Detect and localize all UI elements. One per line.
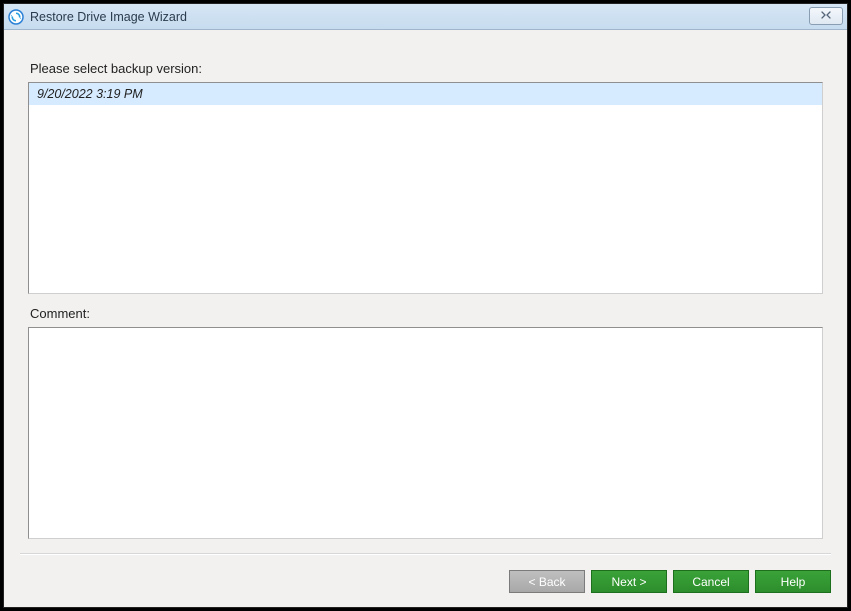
cancel-button[interactable]: Cancel xyxy=(673,570,749,593)
close-button[interactable] xyxy=(809,7,843,25)
wizard-window: Restore Drive Image Wizard Please select… xyxy=(0,0,851,611)
close-icon xyxy=(818,10,834,23)
next-button[interactable]: Next > xyxy=(591,570,667,593)
backup-version-item[interactable]: 9/20/2022 3:19 PM xyxy=(29,83,822,105)
separator xyxy=(20,553,831,555)
back-button[interactable]: < Back xyxy=(509,570,585,593)
wizard-buttons: < Back Next > Cancel Help xyxy=(509,570,831,593)
comment-label: Comment: xyxy=(30,306,823,321)
titlebar: Restore Drive Image Wizard xyxy=(4,4,847,30)
app-icon xyxy=(8,9,24,25)
window-title: Restore Drive Image Wizard xyxy=(30,10,187,24)
window-frame: Restore Drive Image Wizard Please select… xyxy=(3,3,848,608)
select-backup-label: Please select backup version: xyxy=(30,61,823,76)
help-button[interactable]: Help xyxy=(755,570,831,593)
wizard-content: Please select backup version: 9/20/2022 … xyxy=(4,31,847,607)
backup-version-list[interactable]: 9/20/2022 3:19 PM xyxy=(28,82,823,294)
comment-textarea[interactable] xyxy=(28,327,823,539)
